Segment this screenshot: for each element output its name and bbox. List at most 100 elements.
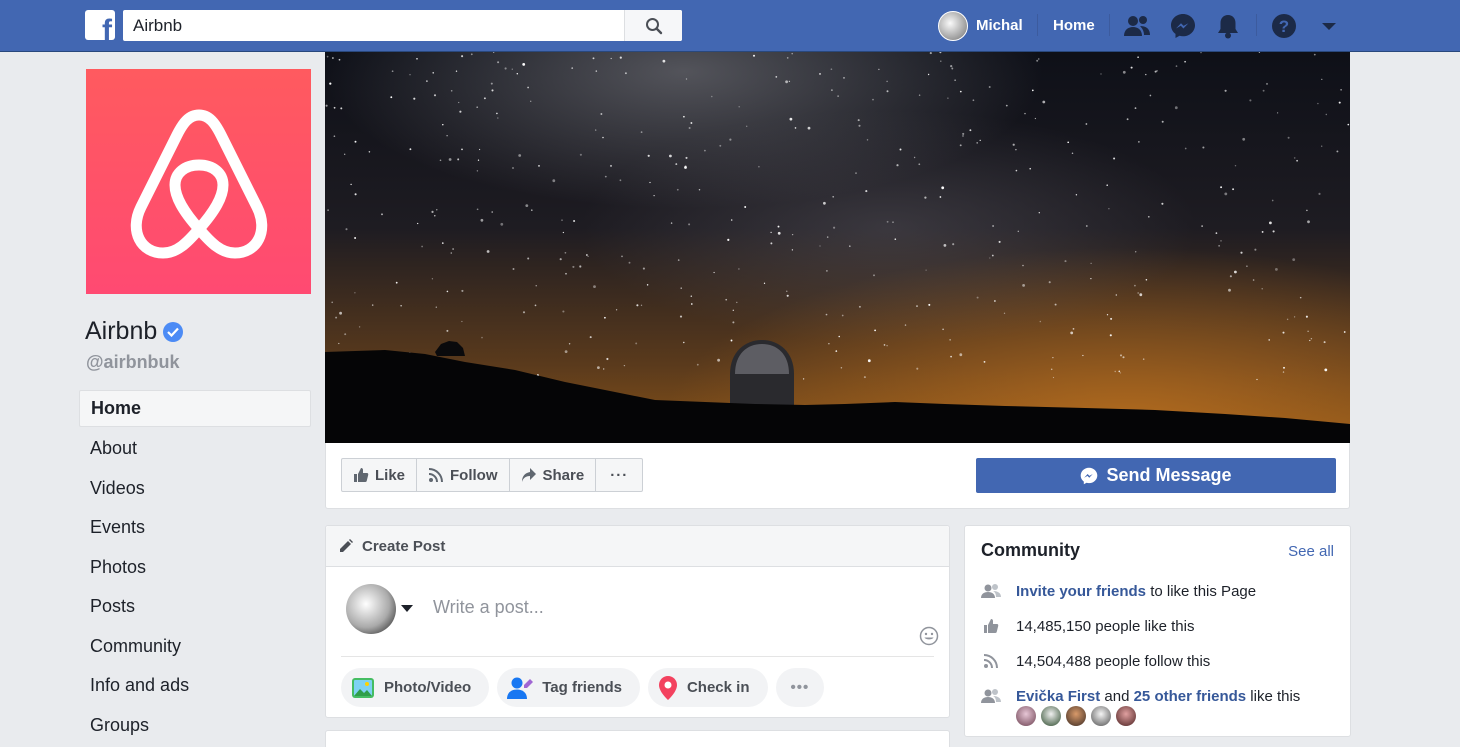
- search-input[interactable]: [123, 10, 623, 41]
- page-profile-picture[interactable]: [86, 69, 311, 294]
- more-actions-button[interactable]: ···: [596, 459, 642, 491]
- follow-button[interactable]: Follow: [417, 459, 510, 491]
- friend-requests-icon[interactable]: [1123, 12, 1151, 40]
- page-action-buttons: Like Follow Share ···: [341, 458, 644, 492]
- invite-friends-text: to like this Page: [1146, 582, 1257, 600]
- follows-count-text: 14,504,488 people follow this: [1016, 652, 1211, 670]
- invite-friends-link[interactable]: Invite your friends: [1016, 583, 1146, 600]
- left-nav-item-home[interactable]: Home: [79, 390, 311, 427]
- emoji-icon[interactable]: [919, 626, 939, 651]
- svg-text:?: ?: [1279, 17, 1289, 36]
- help-question-icon[interactable]: ?: [1270, 12, 1298, 40]
- search-button[interactable]: [624, 10, 682, 41]
- rss-follow-icon: [981, 653, 1001, 669]
- like-button[interactable]: Like: [342, 459, 418, 491]
- check-in-button[interactable]: Check in: [647, 668, 768, 707]
- share-arrow-icon: [521, 468, 536, 482]
- notifications-bell-icon[interactable]: [1214, 12, 1242, 40]
- friend-avatar[interactable]: [1016, 706, 1036, 726]
- friend-avatar[interactable]: [1041, 706, 1061, 726]
- next-feed-card: [325, 730, 950, 747]
- pencil-icon: [340, 539, 353, 552]
- tag-friends-icon: [507, 677, 534, 699]
- facebook-logo[interactable]: f: [85, 10, 115, 40]
- likes-row: 14,485,150 people like this: [981, 616, 1194, 636]
- follows-row: 14,504,488 people follow this: [981, 651, 1210, 671]
- friend-avatar[interactable]: [1091, 706, 1111, 726]
- thumbs-up-icon: [354, 468, 369, 482]
- messenger-icon: [1081, 467, 1098, 484]
- friends-icon: [981, 583, 1001, 599]
- send-message-button[interactable]: Send Message: [976, 458, 1336, 493]
- verified-badge-icon: [163, 321, 184, 342]
- nav-divider: [1256, 14, 1257, 36]
- friends-like-row: Evička First and 25 other friends like t…: [981, 686, 1300, 706]
- user-avatar[interactable]: [938, 11, 968, 41]
- write-post-input[interactable]: Write a post...: [433, 597, 544, 618]
- composer-options: Photo/Video Tag friends Check in •••: [341, 668, 832, 707]
- left-nav-item-posts[interactable]: Posts: [79, 587, 311, 627]
- cover-night-sky-image: [325, 52, 1350, 443]
- friends-icon: [981, 688, 1001, 704]
- share-button[interactable]: Share: [510, 459, 597, 491]
- thumbs-up-icon: [981, 618, 1001, 634]
- more-actions-label: ···: [610, 466, 629, 484]
- location-pin-icon: [658, 675, 677, 700]
- friends-and-text: and: [1100, 687, 1134, 705]
- composer-divider: [341, 656, 934, 657]
- follow-label: Follow: [450, 466, 498, 484]
- left-nav-item-community[interactable]: Community: [79, 627, 311, 667]
- share-label: Share: [542, 466, 585, 484]
- other-friends-link[interactable]: 25 other friends: [1134, 688, 1247, 705]
- friends-like-text: like this: [1246, 687, 1301, 705]
- left-nav-item-events[interactable]: Events: [79, 508, 311, 548]
- page-action-bar: Like Follow Share ··· Send Message: [325, 443, 1350, 509]
- page-left-nav: Home About Videos Events Photos Posts Co…: [79, 390, 311, 745]
- cover-photo[interactable]: [325, 52, 1350, 443]
- facebook-logo-letter: f: [102, 14, 112, 41]
- user-name-link[interactable]: Michal: [976, 17, 1023, 34]
- airbnb-logo-icon: [130, 109, 267, 258]
- photo-video-button[interactable]: Photo/Video: [341, 668, 490, 707]
- photo-icon: [352, 677, 374, 698]
- community-card: Community See all Invite your friends to…: [964, 525, 1351, 737]
- like-label: Like: [375, 466, 406, 484]
- see-all-link[interactable]: See all: [1288, 543, 1334, 560]
- send-message-label: Send Message: [1106, 465, 1232, 485]
- left-nav-item-photos[interactable]: Photos: [79, 548, 311, 588]
- page-handle[interactable]: @airbnbuk: [86, 352, 180, 373]
- tag-friends-button[interactable]: Tag friends: [497, 668, 640, 707]
- composer-audience-chevron-down-icon[interactable]: [401, 605, 413, 612]
- account-menu-chevron-down-icon[interactable]: [1315, 12, 1343, 40]
- friend-avatar[interactable]: [1116, 706, 1136, 726]
- home-link[interactable]: Home: [1053, 17, 1095, 34]
- tag-friends-label: Tag friends: [542, 679, 622, 696]
- left-nav-item-groups[interactable]: Groups: [79, 706, 311, 746]
- search-icon: [645, 17, 662, 34]
- create-post-composer: Create Post Write a post... Photo/Video …: [325, 525, 950, 718]
- check-in-label: Check in: [686, 679, 750, 696]
- composer-avatar[interactable]: [346, 584, 396, 634]
- likes-count-text: 14,485,150 people like this: [1016, 617, 1195, 635]
- friends-avatars: [1016, 706, 1141, 726]
- friend-name-link[interactable]: Evička First: [1016, 688, 1100, 705]
- invite-friends-row: Invite your friends to like this Page: [981, 581, 1256, 601]
- messenger-icon[interactable]: [1169, 12, 1197, 40]
- top-navigation-bar: f Michal Home ?: [0, 0, 1460, 52]
- page-title: Airbnb: [85, 317, 184, 346]
- community-title: Community: [981, 540, 1080, 560]
- more-options-label: •••: [790, 679, 810, 696]
- left-nav-item-videos[interactable]: Videos: [79, 469, 311, 509]
- search-bar: [123, 10, 682, 41]
- rss-follow-icon: [428, 468, 444, 483]
- page-name-text: Airbnb: [85, 317, 158, 345]
- more-options-button[interactable]: •••: [775, 668, 825, 707]
- left-nav-item-about[interactable]: About: [79, 429, 311, 469]
- create-post-header[interactable]: Create Post: [326, 526, 949, 567]
- left-nav-item-info-and-ads[interactable]: Info and ads: [79, 666, 311, 706]
- create-post-label: Create Post: [362, 537, 446, 555]
- nav-divider: [1037, 14, 1038, 36]
- photo-video-label: Photo/Video: [384, 679, 472, 696]
- friend-avatar[interactable]: [1066, 706, 1086, 726]
- nav-divider: [1109, 14, 1110, 36]
